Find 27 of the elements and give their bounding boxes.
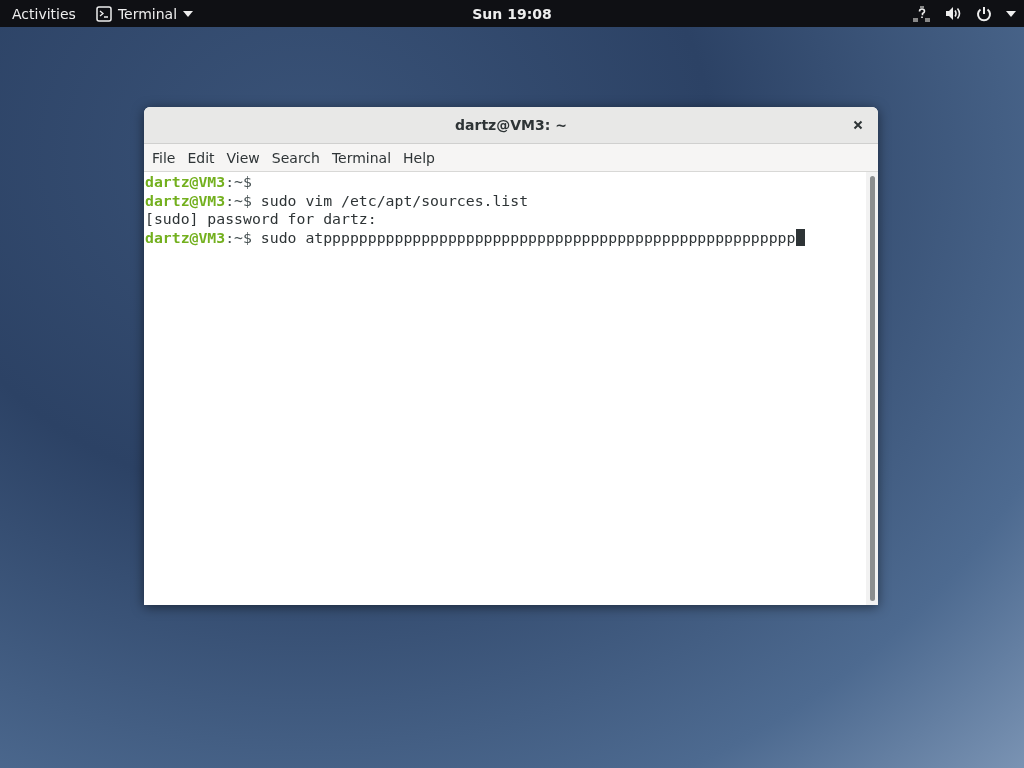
terminal-icon xyxy=(95,5,112,22)
network-unknown-icon[interactable] xyxy=(913,5,931,22)
terminal-area[interactable]: dartz@VM3:~$ dartz@VM3:~$ sudo vim /etc/apt/sources.list [sudo] password for dartz: dartz@VM3:~$ sudo atppppppppppppppppppppppppppppppppppppppppppppppppppppp xyxy=(144,172,866,605)
prompt-user: dartz@VM3 xyxy=(145,191,226,210)
clock[interactable]: Sun 19:08 xyxy=(472,5,552,22)
menu-item[interactable]: View xyxy=(220,147,266,168)
menu-item[interactable]: Search xyxy=(265,147,326,168)
prompt-path: :~$ xyxy=(225,228,252,247)
app-menu[interactable]: Terminal xyxy=(95,5,194,22)
prompt-user: dartz@VM3 xyxy=(145,173,226,192)
prompt-path: :~$ xyxy=(225,173,252,192)
menu-item[interactable]: Help xyxy=(397,147,441,168)
prompt-path: :~$ xyxy=(225,191,252,210)
menu-item[interactable]: File xyxy=(146,147,182,168)
scrollbar[interactable] xyxy=(866,172,878,605)
power-icon[interactable] xyxy=(976,5,992,22)
command-text: sudo vim /etc/apt/sources.list xyxy=(259,191,529,210)
activities-button[interactable]: Activities xyxy=(12,5,76,22)
menu-item[interactable]: Edit xyxy=(181,147,221,168)
prompt-user: dartz@VM3 xyxy=(145,228,226,247)
window-title: dartz@VM3: ~ xyxy=(455,117,567,133)
caret-icon[interactable] xyxy=(1006,10,1016,17)
command-text: sudo atppppppppppppppppppppppppppppppppppppppppppppppppppppp xyxy=(259,228,796,247)
volume-icon[interactable] xyxy=(945,6,962,21)
caret-icon xyxy=(183,10,194,17)
output-text: [sudo] password for dartz: xyxy=(145,210,377,229)
menu-item[interactable]: Terminal xyxy=(325,147,398,168)
